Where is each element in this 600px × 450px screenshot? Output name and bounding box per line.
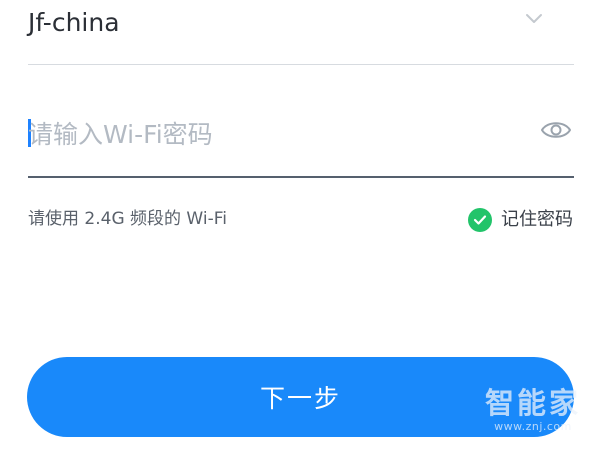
remember-password-toggle[interactable]: 记住密码 [468, 207, 573, 233]
chevron-down-icon[interactable] [524, 11, 544, 25]
wifi-ssid-selector[interactable]: Jf-china [28, 0, 574, 65]
password-field-row [28, 96, 574, 178]
next-button[interactable]: 下一步 [27, 357, 574, 437]
band-hint-text: 请使用 2.4G 频段的 Wi-Fi [28, 209, 227, 229]
wifi-ssid-text: Jf-china [28, 8, 120, 37]
check-circle-icon[interactable] [468, 208, 492, 232]
password-input[interactable] [28, 114, 518, 154]
remember-password-label: 记住密码 [501, 209, 573, 230]
eye-icon[interactable] [540, 118, 572, 142]
